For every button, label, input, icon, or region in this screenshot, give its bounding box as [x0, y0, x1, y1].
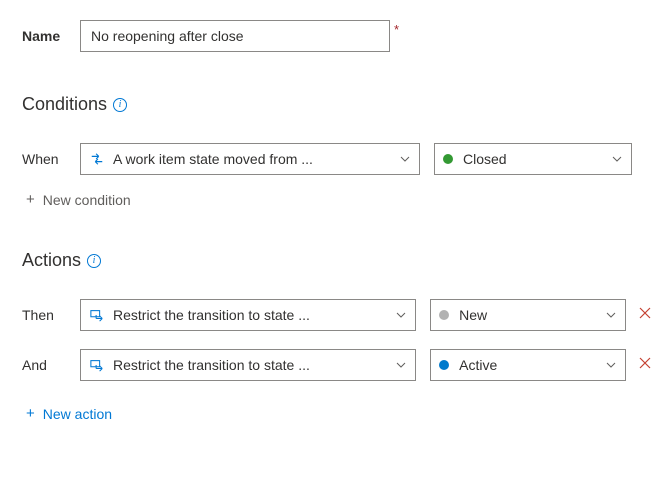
action-rule-dropdown[interactable]: Restrict the transition to state ... [80, 299, 416, 331]
action-rule-text: Restrict the transition to state ... [113, 357, 395, 373]
action-row: And Restrict the transition to state ...… [22, 349, 652, 381]
conditions-title: Conditions [22, 94, 107, 115]
chevron-down-icon [611, 153, 623, 165]
action-state-dropdown[interactable]: Active [430, 349, 626, 381]
conditions-heading: Conditions i [22, 94, 652, 115]
actions-heading: Actions i [22, 250, 652, 271]
action-row: Then Restrict the transition to state ..… [22, 299, 652, 331]
condition-rule-text: A work item state moved from ... [113, 151, 399, 167]
condition-state-dropdown[interactable]: Closed [434, 143, 632, 175]
action-rule-text: Restrict the transition to state ... [113, 307, 395, 323]
condition-rule-dropdown[interactable]: A work item state moved from ... [80, 143, 420, 175]
close-icon [638, 356, 652, 370]
state-dot-active [439, 360, 449, 370]
new-condition-label: New condition [43, 192, 131, 208]
chevron-down-icon [605, 359, 617, 371]
and-label: And [22, 357, 80, 373]
remove-action-button[interactable] [638, 356, 652, 375]
state-transition-icon [89, 151, 105, 167]
actions-title: Actions [22, 250, 81, 271]
when-label: When [22, 151, 80, 167]
info-icon[interactable]: i [113, 98, 127, 112]
chevron-down-icon [395, 359, 407, 371]
chevron-down-icon [605, 309, 617, 321]
restrict-icon [89, 307, 105, 323]
new-action-label: New action [43, 406, 112, 422]
then-label: Then [22, 307, 80, 323]
required-asterisk: * [394, 22, 399, 37]
name-input[interactable] [80, 20, 390, 52]
name-label: Name [22, 28, 80, 44]
close-icon [638, 306, 652, 320]
info-icon[interactable]: i [87, 254, 101, 268]
action-rule-dropdown[interactable]: Restrict the transition to state ... [80, 349, 416, 381]
chevron-down-icon [399, 153, 411, 165]
state-dot-closed [443, 154, 453, 164]
action-state-text: Active [459, 357, 605, 373]
action-state-dropdown[interactable]: New [430, 299, 626, 331]
chevron-down-icon [395, 309, 407, 321]
condition-row: When A work item state moved from ... Cl… [22, 143, 652, 175]
state-dot-new [439, 310, 449, 320]
plus-icon: + [26, 405, 35, 422]
remove-action-button[interactable] [638, 306, 652, 325]
action-state-text: New [459, 307, 605, 323]
new-action-button[interactable]: + New action [22, 405, 652, 422]
plus-icon: + [26, 191, 35, 208]
restrict-icon [89, 357, 105, 373]
name-row: Name * [22, 20, 652, 52]
new-condition-button[interactable]: + New condition [22, 191, 652, 208]
condition-state-text: Closed [463, 151, 611, 167]
